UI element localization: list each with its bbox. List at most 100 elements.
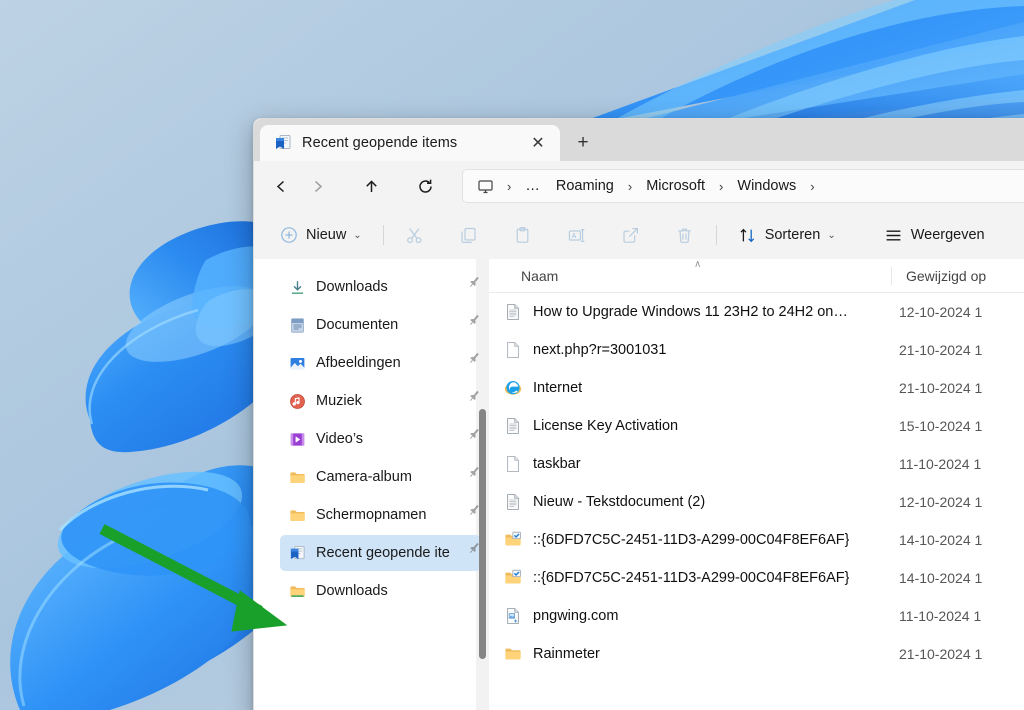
breadcrumb-roaming[interactable]: Roaming: [549, 174, 621, 198]
downloads-arrow-icon: [288, 278, 306, 296]
sort-button[interactable]: Sorteren ⌄: [729, 218, 845, 252]
column-header-gewijzigd-op[interactable]: Gewijzigd op: [892, 259, 1024, 292]
file-name-cell: next.php?r=3001031: [495, 341, 891, 360]
sidebar-label: Recent geopende ite: [316, 545, 450, 561]
blank-file-icon: [503, 341, 522, 360]
breadcrumb-overflow[interactable]: …: [518, 174, 547, 198]
pin-icon[interactable]: [461, 504, 479, 525]
close-icon[interactable]: ✕: [524, 129, 552, 157]
explorer-content: Downloads Documenten Afbeeldingen Muziek…: [254, 259, 1024, 710]
file-name: Nieuw - Tekstdocument (2): [533, 494, 706, 510]
folder-icon: [503, 645, 522, 664]
table-row[interactable]: ::{6DFD7C5C-2451-11D3-A299-00C04F8EF6AF}…: [495, 521, 1024, 559]
share-button[interactable]: [612, 218, 650, 252]
pin-icon[interactable]: [461, 352, 479, 373]
file-name-cell: Nieuw - Tekstdocument (2): [495, 493, 891, 512]
file-name: How to Upgrade Windows 11 23H2 to 24H2 o…: [533, 304, 848, 320]
videos-icon: [288, 430, 306, 448]
table-row[interactable]: Rainmeter 21-10-2024 1: [495, 635, 1024, 673]
file-name-cell: How to Upgrade Windows 11 23H2 to 24H2 o…: [495, 303, 891, 322]
up-button[interactable]: [354, 169, 388, 203]
file-modified: 11-10-2024 1: [899, 456, 982, 472]
new-tab-button[interactable]: +: [566, 126, 600, 160]
folder-checked-icon: [503, 569, 522, 588]
sidebar-item-recent-geopende-items[interactable]: Recent geopende ite: [280, 535, 481, 571]
address-breadcrumb-bar[interactable]: › … Roaming › Microsoft › Windows ›: [462, 169, 1024, 203]
sidebar-item-afbeeldingen[interactable]: Afbeeldingen: [280, 345, 481, 381]
pin-icon[interactable]: [461, 314, 479, 335]
file-modified: 21-10-2024 1: [899, 646, 983, 662]
table-row[interactable]: Internet 21-10-2024 1: [495, 369, 1024, 407]
table-row[interactable]: How to Upgrade Windows 11 23H2 to 24H2 o…: [495, 293, 1024, 331]
pin-icon[interactable]: [461, 390, 479, 411]
file-name-cell: Rainmeter: [495, 645, 891, 664]
file-name: ::{6DFD7C5C-2451-11D3-A299-00C04F8EF6AF}: [533, 532, 850, 548]
table-row[interactable]: License Key Activation 15-10-2024 1: [495, 407, 1024, 445]
forward-button[interactable]: [300, 169, 334, 203]
sidebar-item-videos[interactable]: Video’s: [280, 421, 481, 457]
sidebar-item-downloads-2[interactable]: Downloads: [280, 573, 481, 609]
breadcrumb-separator-1: ›: [627, 178, 633, 194]
file-modified: 11-10-2024 1: [899, 608, 982, 624]
file-name: taskbar: [533, 456, 581, 472]
refresh-button[interactable]: [408, 169, 442, 203]
file-name-cell: License Key Activation: [495, 417, 891, 436]
table-row[interactable]: ::{6DFD7C5C-2451-11D3-A299-00C04F8EF6AF}…: [495, 559, 1024, 597]
svg-text:A: A: [572, 233, 577, 240]
view-button-label: Weergeven: [910, 227, 985, 243]
this-pc-monitor-icon[interactable]: [471, 174, 500, 199]
pin-icon[interactable]: [461, 428, 479, 449]
sidebar-label: Downloads: [316, 279, 388, 295]
new-button-label: Nieuw: [306, 227, 347, 243]
sidebar-label: Downloads: [316, 583, 388, 599]
file-name-cell: Internet: [495, 379, 891, 398]
breadcrumb-windows[interactable]: Windows: [730, 174, 803, 198]
breadcrumb-separator-0: ›: [507, 178, 512, 194]
delete-button[interactable]: [666, 218, 704, 252]
table-row[interactable]: taskbar 11-10-2024 1: [495, 445, 1024, 483]
paste-button[interactable]: [504, 218, 542, 252]
recent-items-icon: [274, 134, 292, 152]
copy-button[interactable]: [450, 218, 488, 252]
rename-icon: A: [567, 225, 587, 245]
internet-explorer-icon: [503, 379, 522, 398]
sidebar-item-downloads[interactable]: Downloads: [280, 269, 481, 305]
trash-icon: [675, 225, 695, 245]
navigation-pane: Downloads Documenten Afbeeldingen Muziek…: [254, 259, 489, 710]
tab-recent-items[interactable]: Recent geopende items ✕: [260, 125, 560, 161]
folder-downloads-icon: [288, 582, 306, 600]
navpane-scrollbar-thumb[interactable]: [479, 409, 486, 659]
table-row[interactable]: next.php?r=3001031 21-10-2024 1: [495, 331, 1024, 369]
documents-icon: [288, 316, 306, 334]
new-button[interactable]: Nieuw ⌄: [270, 218, 371, 252]
text-document-icon: [503, 303, 522, 322]
navigation-bar: › … Roaming › Microsoft › Windows ›: [254, 161, 1024, 211]
column-header-row: ∧ Naam Gewijzigd op: [489, 259, 1024, 293]
table-row[interactable]: pngwing.com 11-10-2024 1: [495, 597, 1024, 635]
command-toolbar: Nieuw ⌄ A Sorteren ⌄ Weergeven: [254, 211, 1024, 259]
recent-items-icon: [288, 544, 306, 562]
rename-button[interactable]: A: [558, 218, 596, 252]
sidebar-label: Documenten: [316, 317, 399, 333]
file-name-cell: taskbar: [495, 455, 891, 474]
pin-icon[interactable]: [461, 466, 479, 487]
copy-icon: [459, 225, 479, 245]
file-modified: 14-10-2024 1: [899, 532, 983, 548]
sidebar-label: Afbeeldingen: [316, 355, 401, 371]
pin-icon[interactable]: [461, 542, 479, 563]
breadcrumb-microsoft[interactable]: Microsoft: [639, 174, 712, 198]
folder-icon: [288, 468, 306, 486]
view-button[interactable]: Weergeven: [875, 218, 994, 252]
sidebar-item-muziek[interactable]: Muziek: [280, 383, 481, 419]
cut-button[interactable]: [396, 218, 434, 252]
table-row[interactable]: Nieuw - Tekstdocument (2) 12-10-2024 1: [495, 483, 1024, 521]
sidebar-item-camera-album[interactable]: Camera-album: [280, 459, 481, 495]
sidebar-item-schermopnamen[interactable]: Schermopnamen: [280, 497, 481, 533]
sidebar-item-documenten[interactable]: Documenten: [280, 307, 481, 343]
sidebar-label: Video’s: [316, 431, 364, 447]
file-modified: 21-10-2024 1: [899, 342, 983, 358]
back-button[interactable]: [264, 169, 298, 203]
pin-icon[interactable]: [461, 276, 479, 297]
blank-file-icon: [503, 455, 522, 474]
file-name: Internet: [533, 380, 583, 396]
